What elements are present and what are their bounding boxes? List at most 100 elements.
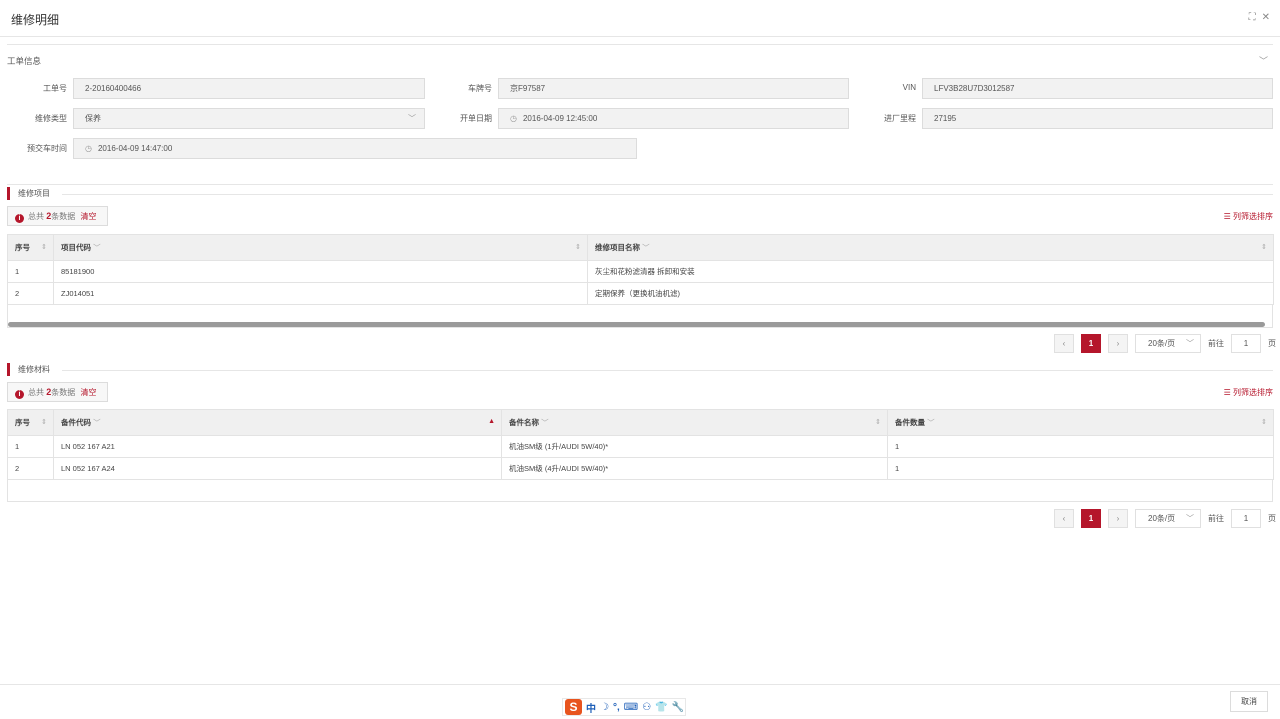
horizontal-scrollbar[interactable] xyxy=(8,322,1265,327)
column-filter-button[interactable]: ☰ 列筛选排序 xyxy=(1224,211,1273,222)
total-prefix: 总共 xyxy=(28,212,44,221)
chinese-mode-icon[interactable]: 中 xyxy=(586,700,596,715)
plate-no-field[interactable]: 京F97587 xyxy=(498,78,849,99)
clock-icon: ◷ xyxy=(85,144,92,153)
item-name: 定期保养（更换机油机滤) xyxy=(587,282,1274,305)
page-unit-label: 页 xyxy=(1268,514,1276,523)
column-filter-button[interactable]: ☰ 列筛选排序 xyxy=(1224,387,1273,398)
chevron-down-icon[interactable]: ﹀ xyxy=(93,243,101,252)
close-icon[interactable]: ✕ xyxy=(1262,12,1270,23)
vin-field[interactable]: LFV3B28U7D3012587 xyxy=(922,78,1273,99)
page-size-select[interactable]: 20条/页 ﹀ xyxy=(1135,509,1201,528)
materials-total-box: i 总共 2条数据 清空 xyxy=(7,382,108,402)
chevron-down-icon: ﹀ xyxy=(1186,339,1194,348)
column-header[interactable]: 序号 ⇕ xyxy=(7,409,54,436)
column-header-label: 项目代码 xyxy=(61,243,91,252)
sogou-logo-icon[interactable]: S xyxy=(565,699,582,715)
item-name: 灰尘和花粉滤清器 拆卸和安装 xyxy=(587,260,1274,283)
sort-icon[interactable]: ⇕ xyxy=(1261,418,1267,426)
next-page-button[interactable]: › xyxy=(1108,334,1128,353)
table-row[interactable]: 2 LN 052 167 A24 机油SM级 (4升/AUDI 5W/40)* … xyxy=(7,457,1274,480)
prev-page-button[interactable]: ‹ xyxy=(1054,509,1074,528)
basic-info-title: 工单信息 xyxy=(7,56,42,66)
moon-icon[interactable]: ☽ xyxy=(600,702,609,713)
column-header-label: 备件名称 xyxy=(509,418,539,427)
cancel-button[interactable]: 取消 xyxy=(1230,691,1268,712)
column-header[interactable]: 备件数量 ﹀ ⇕ xyxy=(887,409,1274,436)
repair-type-select[interactable]: 保养 ﹀ xyxy=(73,108,425,129)
page-unit-label: 页 xyxy=(1268,339,1276,348)
current-page[interactable]: 1 xyxy=(1081,509,1101,528)
repair-type-label: 维修类型 xyxy=(35,114,67,123)
info-icon: i xyxy=(15,390,24,399)
divider xyxy=(7,44,1273,45)
open-date-label: 开单日期 xyxy=(460,114,492,123)
total-suffix: 条数据 xyxy=(51,212,76,221)
delivery-time-field[interactable]: ◷ 2016-04-09 14:47:00 xyxy=(73,138,637,159)
repair-materials-table: 序号 ⇕ 备件代码 ﹀ ▲ 备件名称 ﹀ ⇕ 备件数量 ﹀ ⇕ 1 LN 052 167… xyxy=(7,409,1274,480)
order-no-label: 工单号 xyxy=(43,84,67,93)
clear-button[interactable]: 清空 xyxy=(80,212,96,221)
row-number: 1 xyxy=(7,435,54,458)
table-row[interactable]: 1 LN 052 167 A21 机油SM级 (1升/AUDI 5W/40)* … xyxy=(7,435,1274,458)
sort-ascending-icon[interactable]: ▲ xyxy=(488,418,495,425)
goto-page-input[interactable]: 1 xyxy=(1231,334,1261,353)
chevron-down-icon[interactable]: ﹀ xyxy=(93,418,101,427)
clear-button[interactable]: 清空 xyxy=(80,388,96,397)
plate-no-value: 京F97587 xyxy=(510,84,546,93)
column-header[interactable]: 备件名称 ﹀ ⇕ xyxy=(501,409,888,436)
total-prefix: 总共 xyxy=(28,388,44,397)
chevron-down-icon[interactable]: ﹀ xyxy=(927,418,935,427)
plate-no-label: 车牌号 xyxy=(468,84,492,93)
sort-icon[interactable]: ⇕ xyxy=(41,418,47,426)
filter-icon: ☰ xyxy=(1223,388,1233,397)
column-header[interactable]: 备件代码 ﹀ ▲ xyxy=(53,409,502,436)
item-code: ZJ014051 xyxy=(53,282,588,305)
item-code: 85181900 xyxy=(53,260,588,283)
user-icon[interactable]: ⚇ xyxy=(642,702,651,713)
sort-icon[interactable]: ⇕ xyxy=(575,243,581,251)
sort-icon[interactable]: ⇕ xyxy=(1261,243,1267,251)
punctuation-icon[interactable]: °, xyxy=(613,702,620,713)
column-header[interactable]: 维修项目名称 ﹀ ⇕ xyxy=(587,234,1274,261)
sort-icon[interactable]: ⇕ xyxy=(875,418,881,426)
repair-items-table: 序号 ⇕ 项目代码 ﹀ ⇕ 维修项目名称 ﹀ ⇕ 1 85181900 灰尘和花粉滤清… xyxy=(7,234,1274,305)
page-size-value: 20条/页 xyxy=(1148,514,1176,523)
order-no-field[interactable]: 2-20160400466 xyxy=(73,78,425,99)
mileage-field[interactable]: 27195 xyxy=(922,108,1273,129)
open-date-field[interactable]: ◷ 2016-04-09 12:45:00 xyxy=(498,108,849,129)
current-page[interactable]: 1 xyxy=(1081,334,1101,353)
chevron-down-icon: ﹀ xyxy=(1186,514,1194,523)
chevron-down-icon[interactable]: ﹀ xyxy=(541,418,549,427)
items-total-box: i 总共 2条数据 清空 xyxy=(7,206,108,226)
part-code: LN 052 167 A24 xyxy=(53,457,502,480)
goto-label: 前往 xyxy=(1208,514,1224,523)
row-number: 2 xyxy=(7,282,54,305)
next-page-button[interactable]: › xyxy=(1108,509,1128,528)
shirt-icon[interactable]: 👕 xyxy=(655,702,667,713)
sort-icon[interactable]: ⇕ xyxy=(41,243,47,251)
maximize-icon[interactable]: ⛶ xyxy=(1249,12,1256,23)
table-row[interactable]: 2 ZJ014051 定期保养（更换机油机滤) xyxy=(7,282,1274,305)
dialog-header: 维修明细 ⛶ ✕ xyxy=(0,0,1280,37)
filter-icon: ☰ xyxy=(1223,212,1233,221)
collapse-chevron-icon[interactable]: ﹀ xyxy=(1259,54,1268,67)
keyboard-icon[interactable]: ⌨ xyxy=(624,702,638,713)
page-size-value: 20条/页 xyxy=(1148,339,1176,348)
row-number: 1 xyxy=(7,260,54,283)
goto-page-input[interactable]: 1 xyxy=(1231,509,1261,528)
repair-type-value: 保养 xyxy=(85,114,101,123)
table-empty-area xyxy=(7,479,1273,502)
prev-page-button[interactable]: ‹ xyxy=(1054,334,1074,353)
repair-materials-title: 维修材料 xyxy=(7,363,50,376)
page-size-select[interactable]: 20条/页 ﹀ xyxy=(1135,334,1201,353)
wrench-icon[interactable]: 🔧 xyxy=(672,702,684,713)
mileage-value: 27195 xyxy=(934,114,957,123)
column-header[interactable]: 序号 ⇕ xyxy=(7,234,54,261)
column-header[interactable]: 项目代码 ﹀ ⇕ xyxy=(53,234,588,261)
materials-pagination: ‹ 1 › 20条/页 ﹀ 前往 1 页 xyxy=(1054,509,1276,528)
chevron-down-icon[interactable]: ﹀ xyxy=(642,243,650,252)
repair-items-title: 维修项目 xyxy=(7,187,50,200)
table-row[interactable]: 1 85181900 灰尘和花粉滤清器 拆卸和安装 xyxy=(7,260,1274,283)
chevron-down-icon: ﹀ xyxy=(408,114,416,123)
